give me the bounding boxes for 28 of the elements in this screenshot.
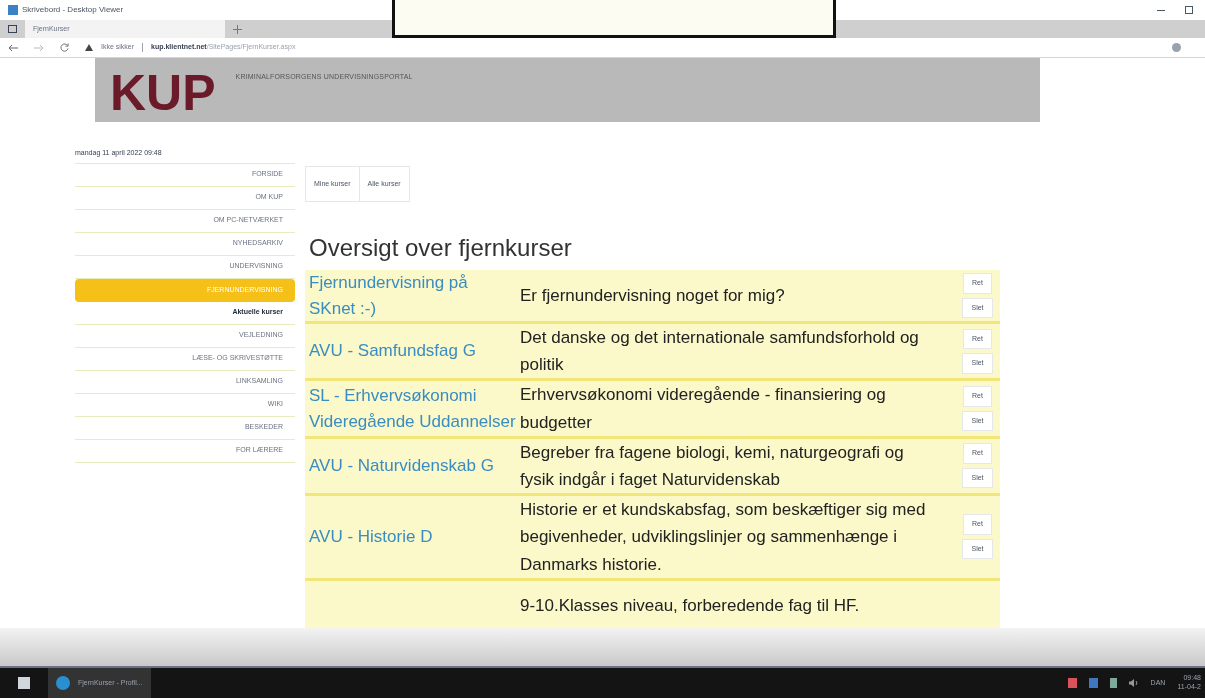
- app-icon: [8, 5, 18, 15]
- profile-icon[interactable]: [1172, 43, 1181, 52]
- course-link[interactable]: AVU - Samfundsfag G: [309, 338, 476, 364]
- tray-icon[interactable]: [1067, 678, 1077, 688]
- warning-icon: [85, 44, 93, 51]
- maximize-icon[interactable]: [1185, 6, 1193, 14]
- page-heading: Oversigt over fjernkurser: [309, 233, 573, 263]
- site-logo: KUP: [110, 68, 216, 118]
- course-description: Det danske og det internationale samfundsforhold og politik: [520, 327, 920, 377]
- browser-icon: [56, 676, 70, 690]
- back-icon[interactable]: [8, 43, 18, 52]
- course-link[interactable]: SL - Erhvervsøkonomi Videregående Uddannelser: [309, 383, 516, 435]
- window-title: Skrivebord - Desktop Viewer: [22, 4, 124, 16]
- tab-list-icon[interactable]: [8, 25, 17, 33]
- course-description: Erhvervsøkonomi videregående - finansiering og budgetter: [520, 384, 887, 434]
- course-link[interactable]: AVU - Historie D: [309, 524, 433, 550]
- reload-icon[interactable]: [60, 43, 69, 52]
- course-description: Begreber fra fagene biologi, kemi, naturgeografi og fysik indgår i faget Naturvidenskab: [520, 441, 905, 491]
- course-link[interactable]: Fjernundervisning på SKnet :-): [309, 270, 516, 321]
- speaker-icon[interactable]: [1128, 679, 1139, 687]
- course-link[interactable]: AVU - Naturvidenskab G: [309, 453, 494, 479]
- course-description: Er fjernundervisning noget for mig?: [520, 284, 785, 307]
- tray-icon[interactable]: [1088, 678, 1098, 688]
- new-tab-icon[interactable]: [233, 24, 242, 34]
- course-description: 9-10.Klasses niveau, forberedende fag til HF.: [520, 594, 860, 617]
- course-description: Historie er et kundskabsfag, som beskæftiger sig med begivenheder, udviklingslinjer og sammenhænge i Danmarks historie.: [520, 499, 927, 576]
- tray-icon[interactable]: [1109, 678, 1117, 688]
- start-icon[interactable]: [18, 677, 30, 689]
